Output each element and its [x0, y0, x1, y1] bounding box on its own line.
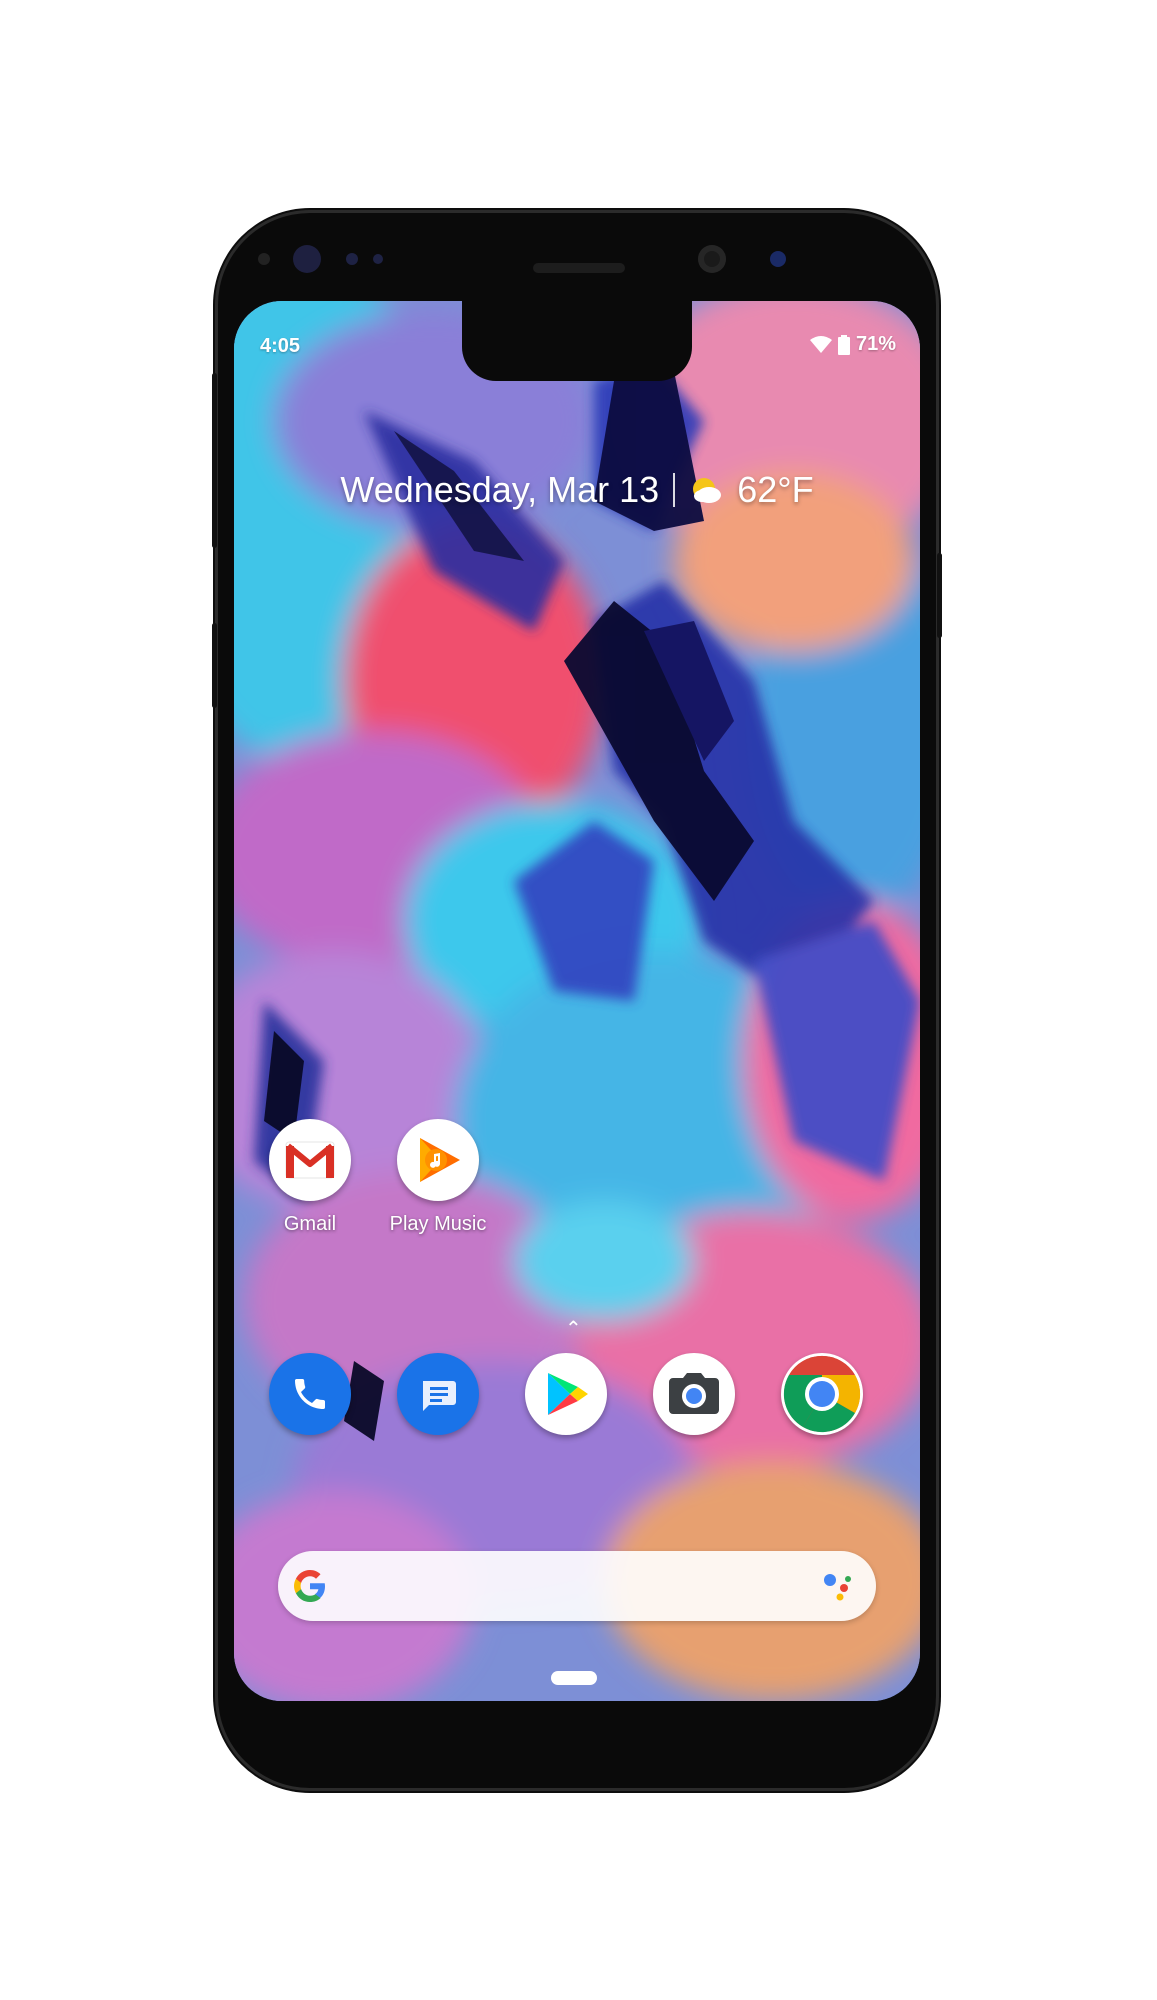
battery-percent: 71%: [855, 333, 896, 355]
ambient-sensor: [346, 253, 358, 265]
phone-frame: 4:05 71% Wednesday, Mar 13 62°F Gmail Pl…: [212, 213, 942, 1788]
app-label: Gmail: [283, 1213, 337, 1235]
status-icons: 71%: [809, 333, 896, 356]
side-button: [937, 553, 942, 638]
home-gesture-pill[interactable]: [551, 1671, 597, 1685]
display-notch: [462, 301, 692, 381]
glance-divider: [673, 473, 676, 507]
app-drawer-handle-icon[interactable]: ⌃: [565, 1316, 582, 1341]
app-play-music[interactable]: Play Music: [378, 1119, 498, 1236]
front-speaker-grille: [293, 245, 321, 273]
messages-icon[interactable]: [397, 1353, 479, 1435]
google-search-bar[interactable]: [278, 1551, 876, 1621]
gmail-icon[interactable]: [269, 1119, 351, 1201]
ambient-sensor-2: [373, 254, 383, 264]
chrome-icon[interactable]: [781, 1353, 863, 1435]
wallpaper: [234, 301, 920, 1701]
glance-temperature[interactable]: 62°F: [737, 469, 813, 511]
camera-icon[interactable]: [653, 1353, 735, 1435]
play-store-icon[interactable]: [525, 1353, 607, 1435]
battery-icon: [837, 334, 850, 355]
front-camera-2-icon: [770, 251, 786, 267]
home-screen: 4:05 71% Wednesday, Mar 13 62°F Gmail Pl…: [234, 301, 920, 1701]
play-music-icon[interactable]: [397, 1119, 479, 1201]
google-g-logo: [294, 1570, 325, 1602]
partly-sunny-icon: [693, 478, 722, 503]
app-label: Play Music: [389, 1213, 487, 1235]
phone-icon[interactable]: [269, 1353, 351, 1435]
wifi-icon: [809, 335, 832, 353]
status-time: 4:05: [260, 335, 301, 357]
earpiece-speaker: [533, 263, 625, 273]
at-a-glance-widget[interactable]: Wednesday, Mar 13 62°F: [234, 469, 920, 511]
glance-date[interactable]: Wednesday, Mar 13: [340, 469, 659, 511]
assistant-icon[interactable]: [820, 1568, 856, 1604]
volume-button: [212, 623, 217, 708]
proximity-sensor: [258, 253, 270, 265]
front-camera-icon: [698, 245, 726, 273]
app-gmail[interactable]: Gmail: [250, 1119, 370, 1236]
power-button: [212, 373, 217, 548]
